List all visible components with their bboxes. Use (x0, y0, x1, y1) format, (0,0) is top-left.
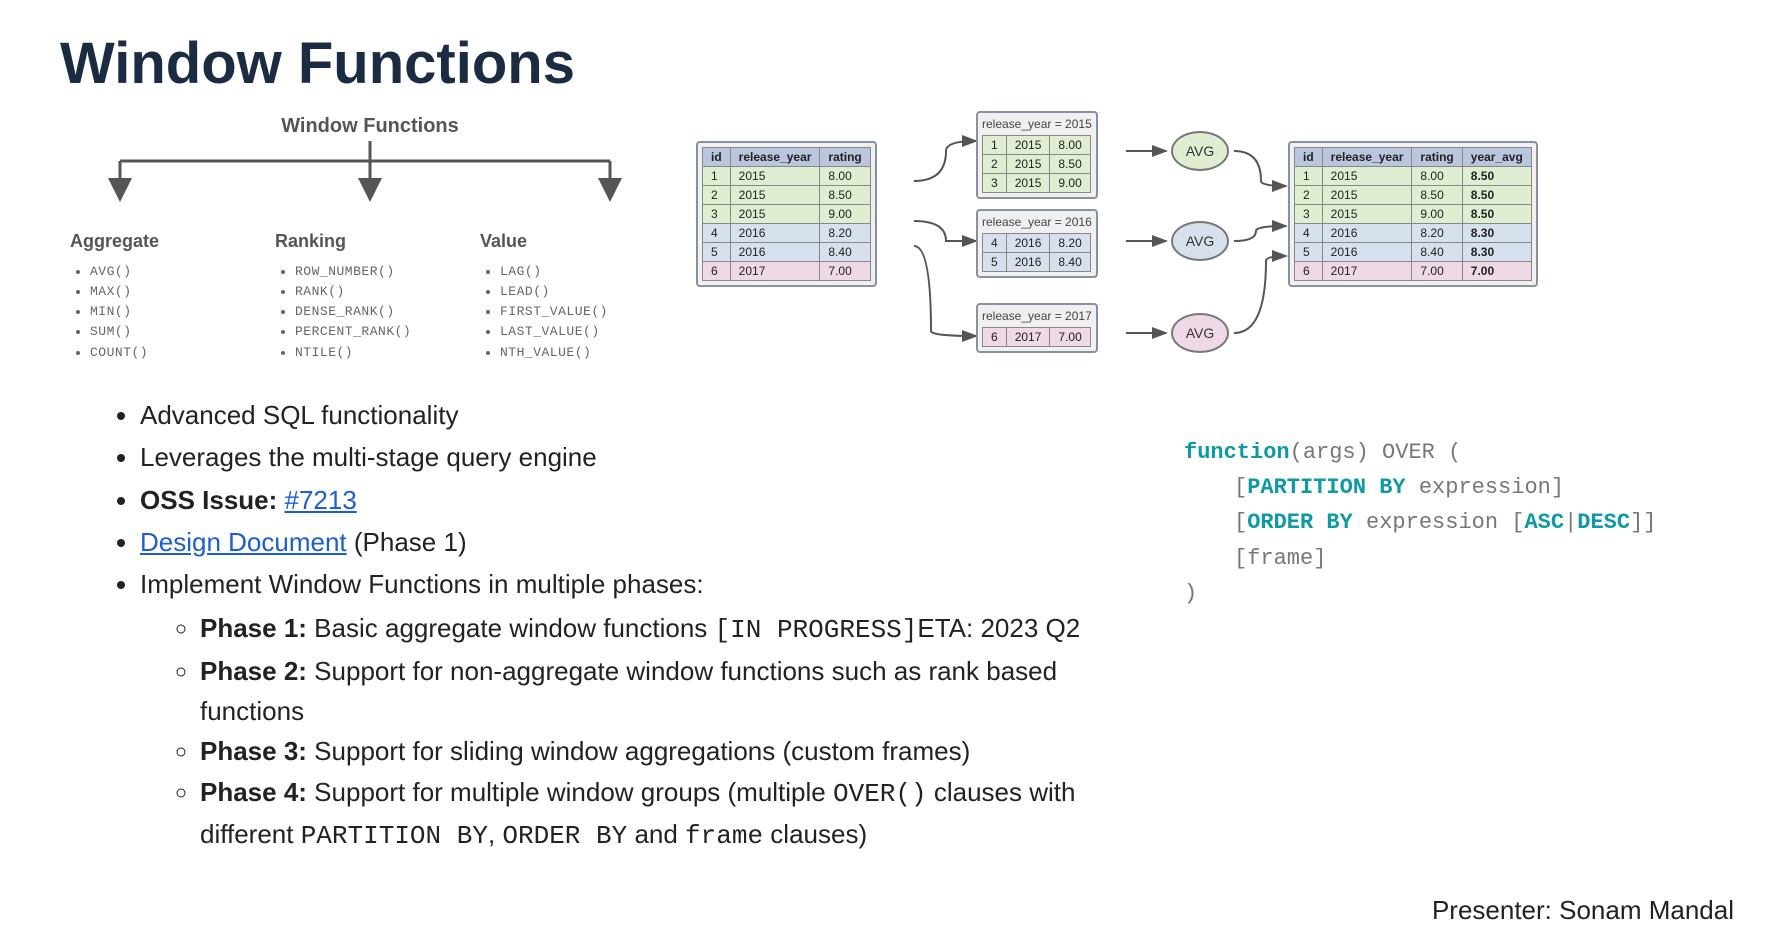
phase-1-label: Phase 1: (200, 613, 307, 643)
presenter-label: Presenter: Sonam Mandal (1432, 895, 1734, 926)
phase-1-eta: ETA: 2023 Q2 (917, 613, 1080, 643)
hierarchy-item: RANK() (295, 282, 465, 302)
phase-2: Phase 2: Support for non-aggregate windo… (200, 651, 1154, 732)
phase-4-text-d: clauses) (763, 819, 867, 849)
syntax-function-kw: function (1184, 440, 1290, 465)
phase-2-label: Phase 2: (200, 656, 307, 686)
hierarchy-ranking: Ranking ROW_NUMBER()RANK()DENSE_RANK()PE… (275, 231, 465, 363)
bullet-4: Design Document (Phase 1) (140, 522, 1154, 562)
syntax-desc-kw: DESC (1577, 510, 1630, 535)
hierarchy-item: LAST_VALUE() (500, 322, 670, 342)
input-table: idrelease_yearrating120158.00220158.5032… (696, 141, 877, 287)
partition-2016-title: release_year = 2016 (982, 215, 1092, 229)
hierarchy-heading: Window Functions (60, 115, 680, 138)
phase-4-over: OVER() (833, 779, 927, 809)
bullet-1: Advanced SQL functionality (140, 395, 1154, 435)
oss-issue-link[interactable]: #7213 (285, 485, 357, 515)
partition-2015-title: release_year = 2015 (982, 117, 1092, 131)
hierarchy-item: NTILE() (295, 343, 465, 363)
design-doc-link[interactable]: Design Document (140, 527, 347, 557)
hierarchy-item: SUM() (90, 322, 260, 342)
phase-4-sep1: , (488, 819, 502, 849)
phases-intro: Implement Window Functions in multiple p… (140, 569, 704, 599)
syntax-l3b: expression [ (1353, 510, 1525, 535)
avg-node-2015: AVG (1171, 131, 1229, 171)
hierarchy-arrows-svg (60, 141, 680, 231)
syntax-asc-kw: ASC (1524, 510, 1564, 535)
syntax-l3f: ]] (1630, 510, 1656, 535)
partition-2017-title: release_year = 2017 (982, 309, 1092, 323)
hierarchy-item: NTH_VALUE() (500, 343, 670, 363)
hierarchy-item: MIN() (90, 302, 260, 322)
syntax-partition-kw: PARTITION BY (1247, 475, 1405, 500)
syntax-block: function(args) OVER ( [PARTITION BY expr… (1184, 395, 1714, 858)
phase-3: Phase 3: Support for sliding window aggr… (200, 731, 1154, 771)
phase-4-order: ORDER BY (502, 821, 627, 851)
hierarchy-aggregate: Aggregate AVG()MAX()MIN()SUM()COUNT() (70, 231, 260, 363)
bullet-3: OSS Issue: #7213 (140, 480, 1154, 520)
phase-4-label: Phase 4: (200, 777, 307, 807)
hierarchy-item: LEAD() (500, 282, 670, 302)
syntax-l3d: | (1564, 510, 1577, 535)
syntax-frame: [frame] (1184, 541, 1714, 576)
design-doc-suffix: (Phase 1) (354, 527, 467, 557)
phase-2-text: Support for non-aggregate window functio… (200, 656, 1057, 726)
phase-1-status: [IN PROGRESS] (715, 615, 918, 645)
value-label: Value (480, 231, 670, 252)
partition-2017: release_year = 2017 620177.00 (976, 303, 1098, 353)
hierarchy-value: Value LAG()LEAD()FIRST_VALUE()LAST_VALUE… (480, 231, 670, 363)
avg-node-2016: AVG (1171, 221, 1229, 261)
phase-3-text: Support for sliding window aggregations … (307, 736, 970, 766)
syntax-order-kw: ORDER BY (1247, 510, 1353, 535)
aggregate-label: Aggregate (70, 231, 260, 252)
phase-3-label: Phase 3: (200, 736, 307, 766)
bullet-5: Implement Window Functions in multiple p… (140, 564, 1154, 856)
phase-4-text-a: Support for multiple window groups (mult… (307, 777, 833, 807)
avg-node-2017: AVG (1171, 313, 1229, 353)
phase-1-text: Basic aggregate window functions (307, 613, 707, 643)
hierarchy-item: MAX() (90, 282, 260, 302)
hierarchy-item: PERCENT_RANK() (295, 322, 465, 342)
phase-1: Phase 1: Basic aggregate window function… (200, 608, 1154, 650)
hierarchy-diagram: Window Functions Aggregate AVG()MAX()MIN… (60, 111, 680, 371)
page-title: Window Functions (60, 30, 1714, 97)
hierarchy-item: DENSE_RANK() (295, 302, 465, 322)
phase-4: Phase 4: Support for multiple window gro… (200, 772, 1154, 857)
hierarchy-item: COUNT() (90, 343, 260, 363)
partition-2016: release_year = 2016 420168.20520168.40 (976, 209, 1098, 278)
bullet-2: Leverages the multi-stage query engine (140, 437, 1154, 477)
phase-4-partition: PARTITION BY (301, 821, 488, 851)
hierarchy-item: LAG() (500, 262, 670, 282)
oss-issue-label: OSS Issue: (140, 485, 285, 515)
syntax-l2b: expression] (1406, 475, 1564, 500)
output-table: idrelease_yearratingyear_avg120158.008.5… (1288, 141, 1538, 287)
syntax-close: ) (1184, 576, 1714, 611)
hierarchy-item: ROW_NUMBER() (295, 262, 465, 282)
partition-2015: release_year = 2015 120158.00220158.5032… (976, 111, 1098, 199)
data-flow-diagram: idrelease_yearrating120158.00220158.5032… (696, 111, 1714, 371)
bullet-list: Advanced SQL functionality Leverages the… (60, 395, 1154, 858)
syntax-l1b: (args) OVER ( (1290, 440, 1462, 465)
ranking-label: Ranking (275, 231, 465, 252)
hierarchy-item: AVG() (90, 262, 260, 282)
phase-4-frame: frame (685, 821, 763, 851)
phase-4-text-c: and (627, 819, 685, 849)
hierarchy-item: FIRST_VALUE() (500, 302, 670, 322)
